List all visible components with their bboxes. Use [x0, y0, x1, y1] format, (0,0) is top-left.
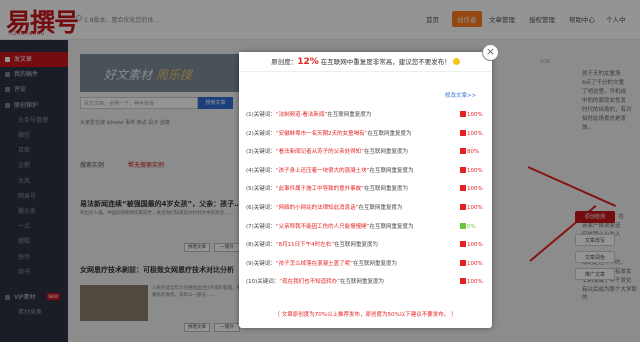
- keyword-suffix: 在互联网重复度为: [369, 167, 414, 174]
- duplicate-percent: 100%: [460, 128, 486, 140]
- keyword-text[interactable]: “父亲称我不能因工伤的人只能慢慢睡”: [276, 224, 370, 230]
- keyword-text[interactable]: “网络的小网站的法律知此消息话”: [276, 205, 359, 211]
- percent-value: 100%: [467, 242, 483, 249]
- keyword-index: (8)关键词：: [246, 242, 276, 249]
- keyword-row: (3)关键词：“看法新闻记者从苏子的父亲处得知”在互联网重复度为: [246, 146, 486, 158]
- percent-indicator: [460, 222, 466, 229]
- keyword-row: (2)关键词：“安徽蚌埠市一名天期2天的女童喝有”在互联网重复度为: [246, 128, 486, 140]
- keyword-row: (9)关键词：“孩子怎么掉落在混凝土盖了呢”在互联网重复度为: [246, 258, 486, 270]
- keyword-index: (9)关键词：: [246, 260, 276, 267]
- keyword-text[interactable]: “现在我们也不知道转办”: [279, 279, 340, 285]
- duplicate-percent: 100%: [460, 165, 486, 177]
- percent-value: 100%: [467, 205, 483, 211]
- keyword-index: (7)关键词：: [246, 223, 276, 230]
- percent-indicator: [460, 166, 466, 173]
- percent-indicator: [460, 111, 466, 117]
- keyword-suffix: 在互联网重复度为: [358, 205, 403, 211]
- percent-value: 80%: [467, 149, 480, 156]
- keyword-index: (4)关键词：: [246, 167, 276, 174]
- percent-indicator: [460, 278, 466, 285]
- originality-percent: 12%: [297, 57, 319, 67]
- keyword-row: (8)关键词：“8月11日下午4时左右”在互联网重复度为: [246, 239, 486, 251]
- keyword-text[interactable]: “孩子怎么掉落在混凝土盖了呢”: [276, 261, 353, 267]
- duplicate-percent: 0%: [460, 221, 486, 233]
- duplicate-percent: 100%: [460, 109, 486, 121]
- close-button[interactable]: ×: [482, 44, 499, 61]
- keyword-suffix: 在互联网重复度为: [364, 149, 409, 156]
- keyword-text[interactable]: “看法新闻记者从苏子的父亲处得知”: [276, 149, 364, 155]
- keyword-text[interactable]: “安徽蚌埠市一名天期2天的女童喝有”: [276, 131, 368, 137]
- keyword-suffix: 在互联网重复度为: [364, 186, 409, 193]
- keyword-index: (10)关键词：: [246, 279, 280, 286]
- percent-value: 100%: [467, 167, 483, 174]
- keyword-row: (7)关键词：“父亲称我不能因工伤的人只能慢慢睡”在互联网重复度为: [246, 221, 486, 233]
- keyword-row: (5)关键词：“此事件属于施工中导致的意外事故”在互联网重复度为: [246, 183, 486, 195]
- keyword-index: (5)关键词：: [246, 186, 276, 193]
- keyword-text[interactable]: “8月11日下午4时左右”: [276, 242, 334, 248]
- duplicate-percent: 100%: [460, 258, 486, 270]
- duplicate-percent: 100%: [460, 183, 486, 195]
- percent-indicator: [460, 241, 466, 248]
- keyword-index: (2)关键词：: [246, 130, 276, 137]
- keyword-suffix: 在互联网重复度为: [369, 223, 414, 230]
- keyword-text[interactable]: “此事件属于施工中导致的意外事故”: [276, 186, 364, 192]
- keyword-suffix: 在互联网重复度为: [334, 242, 379, 249]
- keyword-suffix: 在互联网重复度为: [327, 112, 372, 118]
- percent-indicator: [460, 185, 466, 192]
- percent-indicator: [460, 204, 466, 210]
- percent-value: 0%: [467, 223, 476, 230]
- percent-indicator: [460, 148, 466, 155]
- duplicate-percent: 100%: [460, 239, 486, 251]
- keyword-row: (1)关键词：“法制频道·看法新闻”在互联网重复度为: [246, 109, 486, 121]
- keyword-suffix: 在互联网重复度为: [367, 130, 412, 137]
- keyword-suffix: 在互联网重复度为: [353, 260, 398, 267]
- keyword-text[interactable]: “孩子身上还压着一块很大的混凝土块”: [276, 168, 370, 174]
- keyword-suffix: 在互联网重复度为: [340, 279, 385, 286]
- keyword-row: (4)关键词：“孩子身上还压着一块很大的混凝土块”在互联网重复度为: [246, 165, 486, 177]
- percent-value: 100%: [467, 279, 483, 286]
- keyword-index: (1)关键词：: [246, 112, 276, 118]
- modify-article-link[interactable]: 修改文章>>: [445, 91, 476, 99]
- duplicate-percent: 100%: [460, 276, 486, 288]
- sad-face-icon: [452, 58, 460, 65]
- percent-value: 100%: [467, 260, 483, 267]
- modal-footer: （ 文章原创度为70%以上推荐发布，原创度为50%以下建议不要发布。 ）: [274, 312, 457, 318]
- keyword-row: (10)关键词：“现在我们也不知道转办”在互联网重复度为: [246, 276, 486, 288]
- keyword-index: (6)关键词：: [246, 205, 276, 211]
- percent-indicator: [460, 129, 466, 136]
- percent-value: 100%: [467, 112, 483, 118]
- duplicate-percent: 80%: [460, 146, 486, 158]
- percent-indicator: [460, 259, 466, 266]
- keyword-text[interactable]: “法制频道·看法新闻”: [276, 112, 327, 118]
- percent-value: 100%: [467, 186, 483, 193]
- duplicate-percent: 100%: [460, 202, 486, 214]
- percent-value: 100%: [467, 130, 483, 137]
- modal-header: 原创度：12% 在互联网中重复度非常高，建议您不要发布！: [239, 52, 492, 72]
- keyword-row: (6)关键词：“网络的小网站的法律知此消息话”在互联网重复度为: [246, 202, 486, 214]
- keyword-index: (3)关键词：: [246, 149, 276, 156]
